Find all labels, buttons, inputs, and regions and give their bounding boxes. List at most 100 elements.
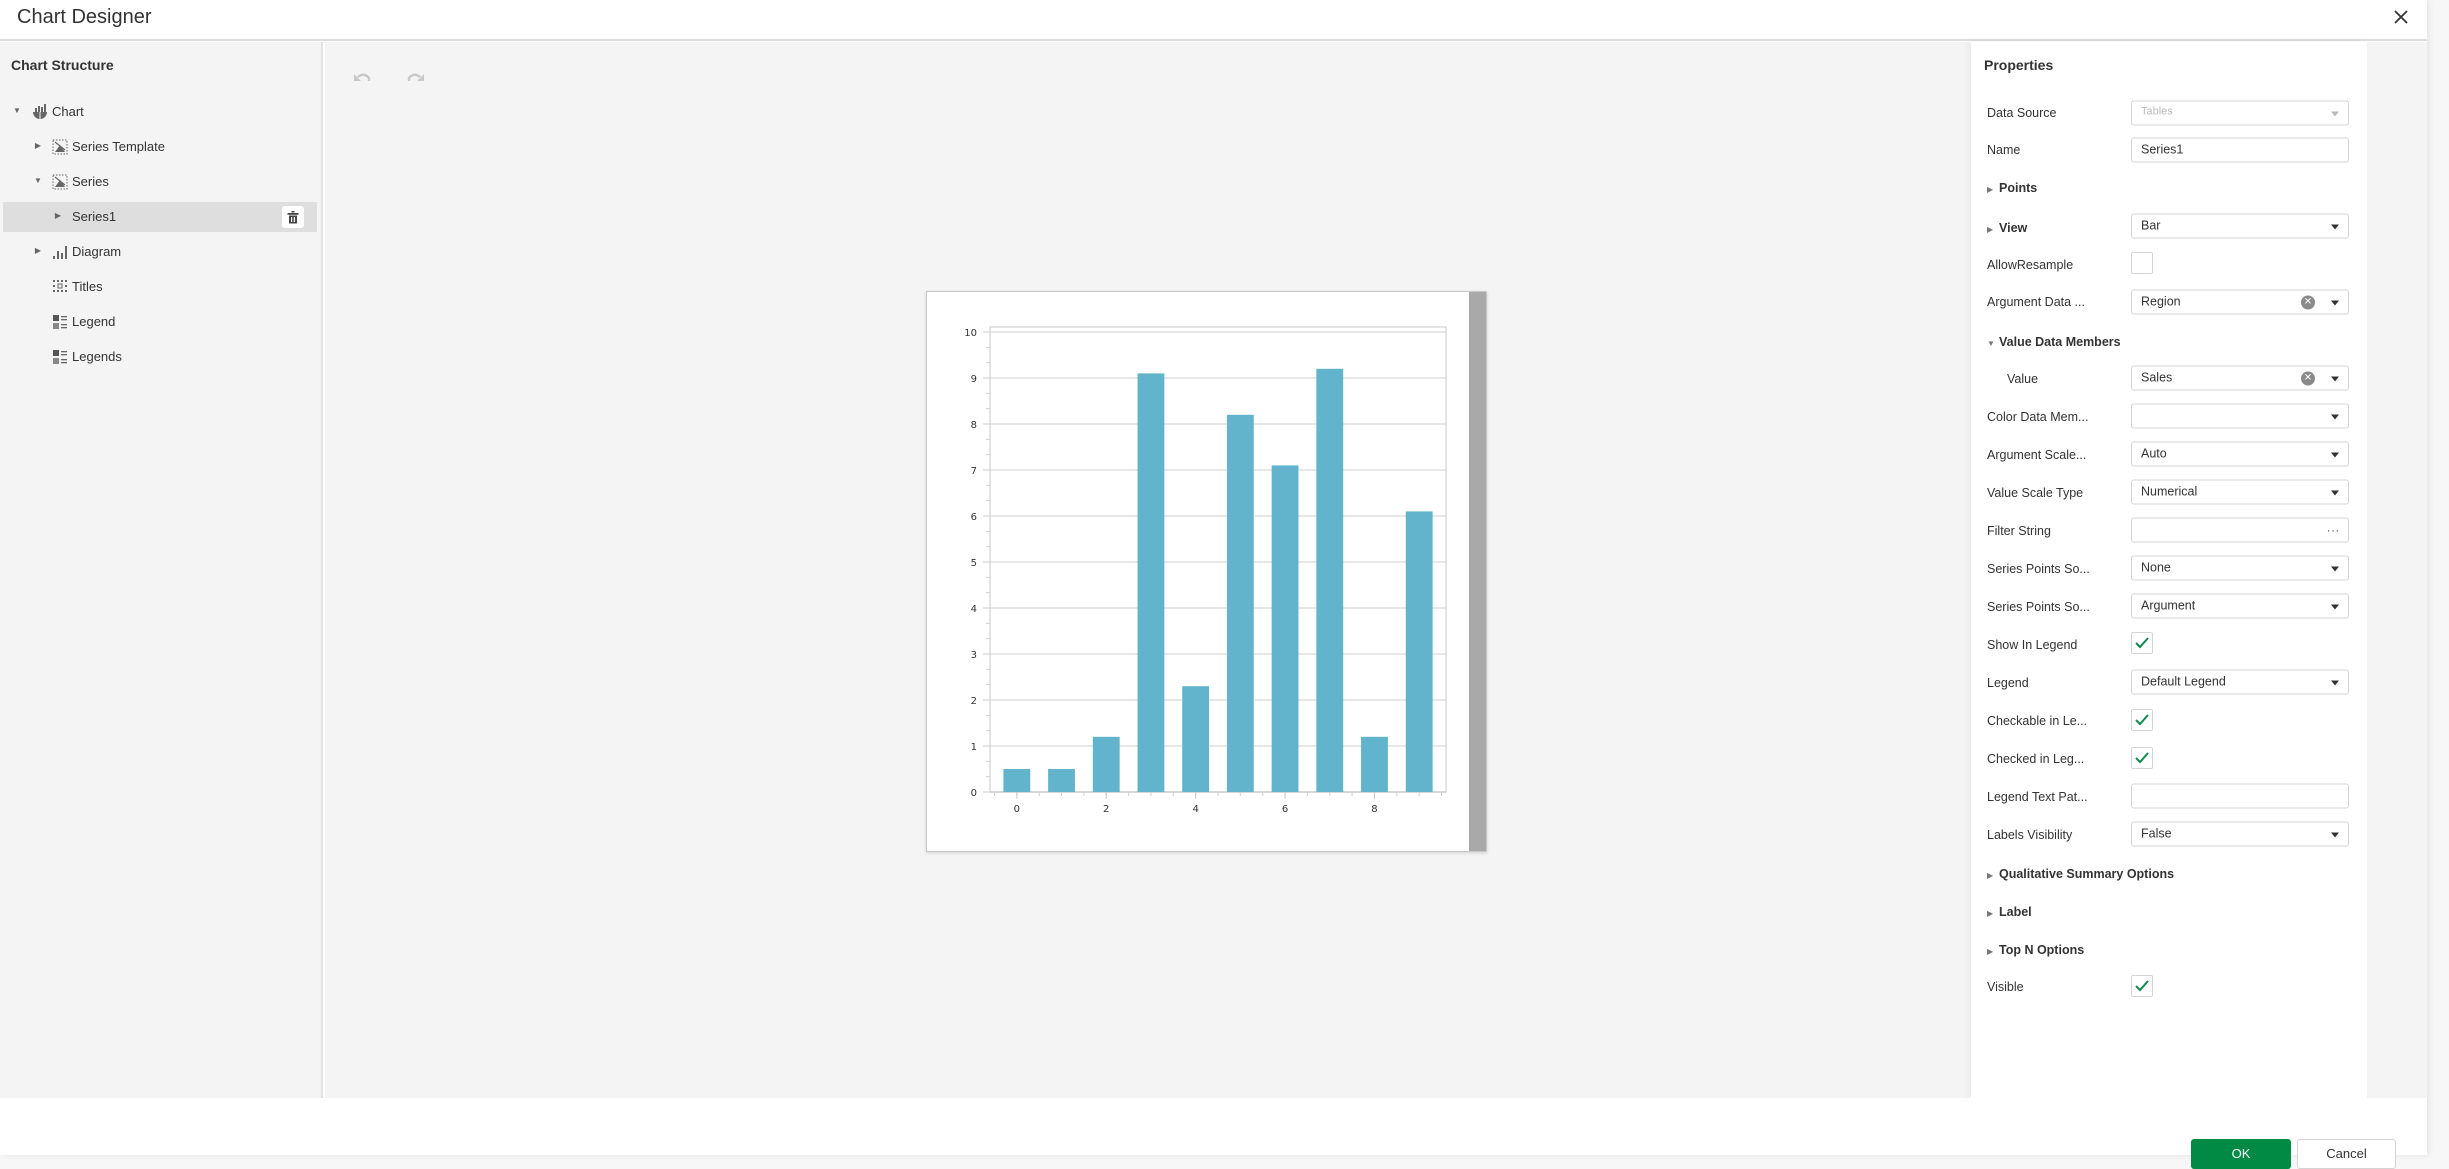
- cancel-button[interactable]: Cancel: [2297, 1139, 2396, 1169]
- value-data-members-group[interactable]: ▼ Value Data Members: [1987, 335, 2121, 349]
- qualitative-summary-options-group[interactable]: ▶ Qualitative Summary Options: [1987, 867, 2174, 881]
- argument-data-member-select[interactable]: Region ✕: [2131, 289, 2349, 315]
- chevron-down-icon: [2331, 111, 2339, 117]
- checkable-in-legend-checkbox[interactable]: [2131, 709, 2153, 731]
- checked-in-legend-label: Checked in Leg...: [1987, 752, 2085, 766]
- tree-item-series-template[interactable]: ▶ Series Template: [3, 132, 317, 162]
- allow-resample-label: AllowResample: [1987, 258, 2074, 272]
- tree-item-label: Chart: [52, 104, 84, 119]
- legend-icon: [52, 349, 68, 365]
- ellipsis-button[interactable]: ...: [2327, 521, 2340, 535]
- data-source-label: Data Source: [1987, 106, 2057, 120]
- chevron-down-icon: [2331, 414, 2339, 420]
- ok-button[interactable]: OK: [2191, 1139, 2291, 1169]
- bar: [1048, 769, 1075, 792]
- top-n-options-group[interactable]: ▶ Top N Options: [1987, 943, 2084, 957]
- expand-down-icon[interactable]: ▼: [33, 176, 43, 186]
- chevron-down-icon: [2331, 300, 2339, 306]
- y-tick-label: 8: [971, 420, 977, 431]
- tree-item-titles[interactable]: Titles: [3, 272, 317, 302]
- close-icon[interactable]: [2389, 7, 2413, 31]
- bar: [1405, 511, 1433, 792]
- legend-text-pattern-input[interactable]: [2131, 783, 2349, 809]
- undo-icon[interactable]: [352, 72, 374, 88]
- series-points-sorting-key-select[interactable]: Argument: [2131, 593, 2349, 619]
- series-points-sorting-select[interactable]: None: [2131, 555, 2349, 581]
- expand-down-icon: ▼: [1987, 339, 1995, 348]
- value-scale-type-value: Numerical: [2141, 484, 2198, 499]
- legend-value: Default Legend: [2141, 674, 2226, 689]
- chart-structure-title: Chart Structure: [11, 57, 114, 73]
- y-tick-label: 0: [971, 788, 977, 799]
- tree-item-series[interactable]: ▼ Series: [3, 167, 317, 197]
- visible-checkbox[interactable]: [2131, 975, 2153, 997]
- chevron-down-icon: [2331, 452, 2339, 458]
- bar: [1361, 736, 1388, 792]
- delete-series-button[interactable]: [282, 206, 304, 228]
- legend-icon: [52, 314, 68, 330]
- tree-item-label: Series: [72, 174, 109, 189]
- chevron-down-icon: [2331, 604, 2339, 610]
- dialog-title: Chart Designer: [17, 6, 152, 28]
- view-group[interactable]: ▶ View: [1987, 221, 2027, 235]
- chart-preview[interactable]: 0 1 2 3 4 5 6 7 8 9 10 0 2 4 6 8: [926, 291, 1487, 852]
- label-group[interactable]: ▶ Label: [1987, 905, 2032, 919]
- expand-right-icon: ▶: [1987, 871, 1994, 880]
- filter-string-input[interactable]: ...: [2131, 517, 2349, 543]
- expand-right-icon[interactable]: ▶: [33, 246, 43, 256]
- tree-item-series1[interactable]: ▶ Series1: [3, 202, 317, 232]
- argument-scale-type-label: Argument Scale...: [1987, 448, 2087, 462]
- expand-down-icon[interactable]: ▼: [12, 106, 22, 116]
- color-data-member-label: Color Data Mem...: [1987, 410, 2089, 424]
- view-select[interactable]: Bar: [2131, 213, 2349, 239]
- expand-right-icon: ▶: [1987, 225, 1994, 234]
- checkmark-icon: [2135, 980, 2149, 992]
- points-group[interactable]: ▶ Points: [1987, 181, 2037, 195]
- points-label: Points: [1999, 181, 2038, 195]
- argument-scale-type-select[interactable]: Auto: [2131, 441, 2349, 467]
- clear-icon[interactable]: ✕: [2301, 371, 2315, 386]
- labels-visibility-label: Labels Visibility: [1987, 828, 2073, 842]
- name-input[interactable]: Series1: [2131, 137, 2349, 163]
- tree-item-diagram[interactable]: ▶ Diagram: [3, 237, 317, 267]
- show-in-legend-checkbox[interactable]: [2131, 632, 2153, 654]
- chevron-down-icon: [2331, 224, 2339, 230]
- tree-item-label: Diagram: [72, 244, 122, 259]
- checked-in-legend-checkbox[interactable]: [2131, 747, 2153, 769]
- bar: [1271, 465, 1299, 792]
- bar-chart: 0 1 2 3 4 5 6 7 8 9 10 0 2 4 6 8: [964, 326, 1447, 815]
- y-tick-label: 2: [971, 696, 977, 707]
- expand-right-icon[interactable]: ▶: [33, 141, 43, 151]
- dialog-header: Chart Designer: [0, 0, 2427, 41]
- checkmark-icon: [2135, 637, 2149, 649]
- data-source-select[interactable]: Tables: [2131, 100, 2349, 126]
- value-select[interactable]: Sales ✕: [2131, 365, 2349, 391]
- chart-scrollbar[interactable]: [1469, 292, 1486, 851]
- series-points-sorting-key-label: Series Points So...: [1987, 600, 2090, 614]
- labels-visibility-select[interactable]: False: [2131, 821, 2349, 847]
- tree-item-legend[interactable]: Legend: [3, 307, 317, 337]
- legend-label: Legend: [1987, 676, 2029, 690]
- legend-select[interactable]: Default Legend: [2131, 669, 2349, 695]
- expand-right-icon[interactable]: ▶: [53, 211, 63, 221]
- x-tick-label: 0: [1014, 804, 1020, 815]
- chevron-down-icon: [2331, 376, 2339, 382]
- clear-icon[interactable]: ✕: [2301, 295, 2315, 310]
- tree-item-label: Series Template: [72, 139, 165, 154]
- tree-item-legends[interactable]: Legends: [3, 342, 317, 372]
- value-scale-type-select[interactable]: Numerical: [2131, 479, 2349, 505]
- tree-item-chart[interactable]: ▼ Chart: [3, 97, 317, 127]
- allow-resample-checkbox[interactable]: [2131, 252, 2153, 274]
- color-data-member-select[interactable]: [2131, 403, 2349, 429]
- x-tick-label: 2: [1103, 804, 1109, 815]
- tree-item-label: Legend: [72, 314, 116, 329]
- y-tick-label: 1: [971, 742, 977, 753]
- properties-side-strip: [2367, 42, 2427, 1098]
- y-tick-label: 7: [971, 466, 977, 477]
- value-scale-type-label: Value Scale Type: [1987, 486, 2084, 500]
- bar: [1137, 373, 1165, 792]
- bar: [1003, 769, 1031, 792]
- y-tick-label: 9: [971, 374, 977, 385]
- expand-right-icon: ▶: [1987, 947, 1994, 956]
- redo-icon[interactable]: [404, 72, 426, 88]
